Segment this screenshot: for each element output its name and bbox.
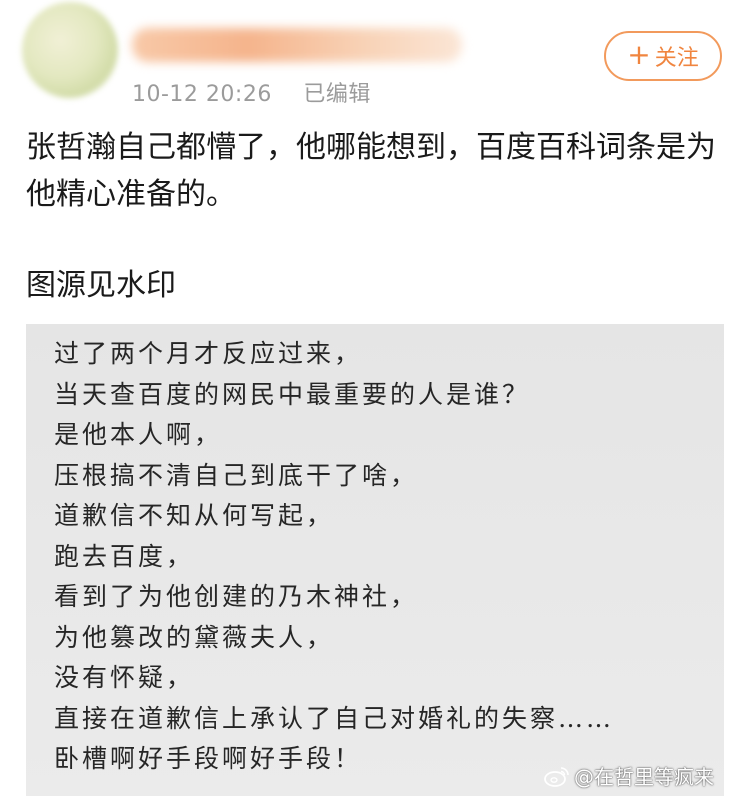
post-meta: 10-12 20:26 已编辑 bbox=[132, 76, 371, 108]
note-line: 当天查百度的网民中最重要的人是谁？ bbox=[54, 379, 531, 409]
note-line: 是他本人啊， bbox=[54, 420, 223, 449]
handwritten-note: 过了两个月才反应过来， 当天查百度的网民中最重要的人是谁？ 是他本人啊， 压根搞… bbox=[54, 334, 614, 780]
note-line: 为他篡改的黛薇夫人， bbox=[54, 622, 335, 652]
plus-icon: + bbox=[627, 38, 651, 71]
note-line: 没有怀疑， bbox=[54, 663, 195, 692]
note-line: 过了两个月才反应过来， bbox=[54, 339, 363, 368]
post-body: 张哲瀚自己都懵了，他哪能想到，百度百科词条是为他精心准备的。 bbox=[26, 130, 716, 212]
note-line: 道歉信不知从何写起， bbox=[54, 501, 335, 530]
edited-label: 已编辑 bbox=[303, 82, 371, 107]
watermark-text: @在哲里等疯来 bbox=[574, 765, 714, 789]
follow-label: 关注 bbox=[654, 46, 699, 71]
avatar[interactable] bbox=[22, 2, 118, 98]
post-timestamp: 10-12 20:26 bbox=[132, 82, 272, 107]
note-line: 压根搞不清自己到底干了啥， bbox=[54, 460, 419, 490]
note-line: 卧槽啊好手段啊好手段！ bbox=[54, 744, 363, 773]
note-line: 直接在道歉信上承认了自己对婚礼的失察…… bbox=[54, 703, 615, 733]
note-line: 跑去百度， bbox=[54, 541, 195, 571]
weibo-logo-icon bbox=[544, 766, 569, 787]
image-watermark: @在哲里等疯来 bbox=[544, 761, 714, 790]
username-blurred[interactable] bbox=[132, 28, 462, 62]
follow-button[interactable]: + 关注 bbox=[604, 31, 722, 81]
note-line: 看到了为他创建的乃木神社， bbox=[54, 582, 419, 611]
source-note: 图源见水印 bbox=[26, 268, 176, 303]
post-image[interactable]: 过了两个月才反应过来， 当天查百度的网民中最重要的人是谁？ 是他本人啊， 压根搞… bbox=[26, 324, 724, 796]
